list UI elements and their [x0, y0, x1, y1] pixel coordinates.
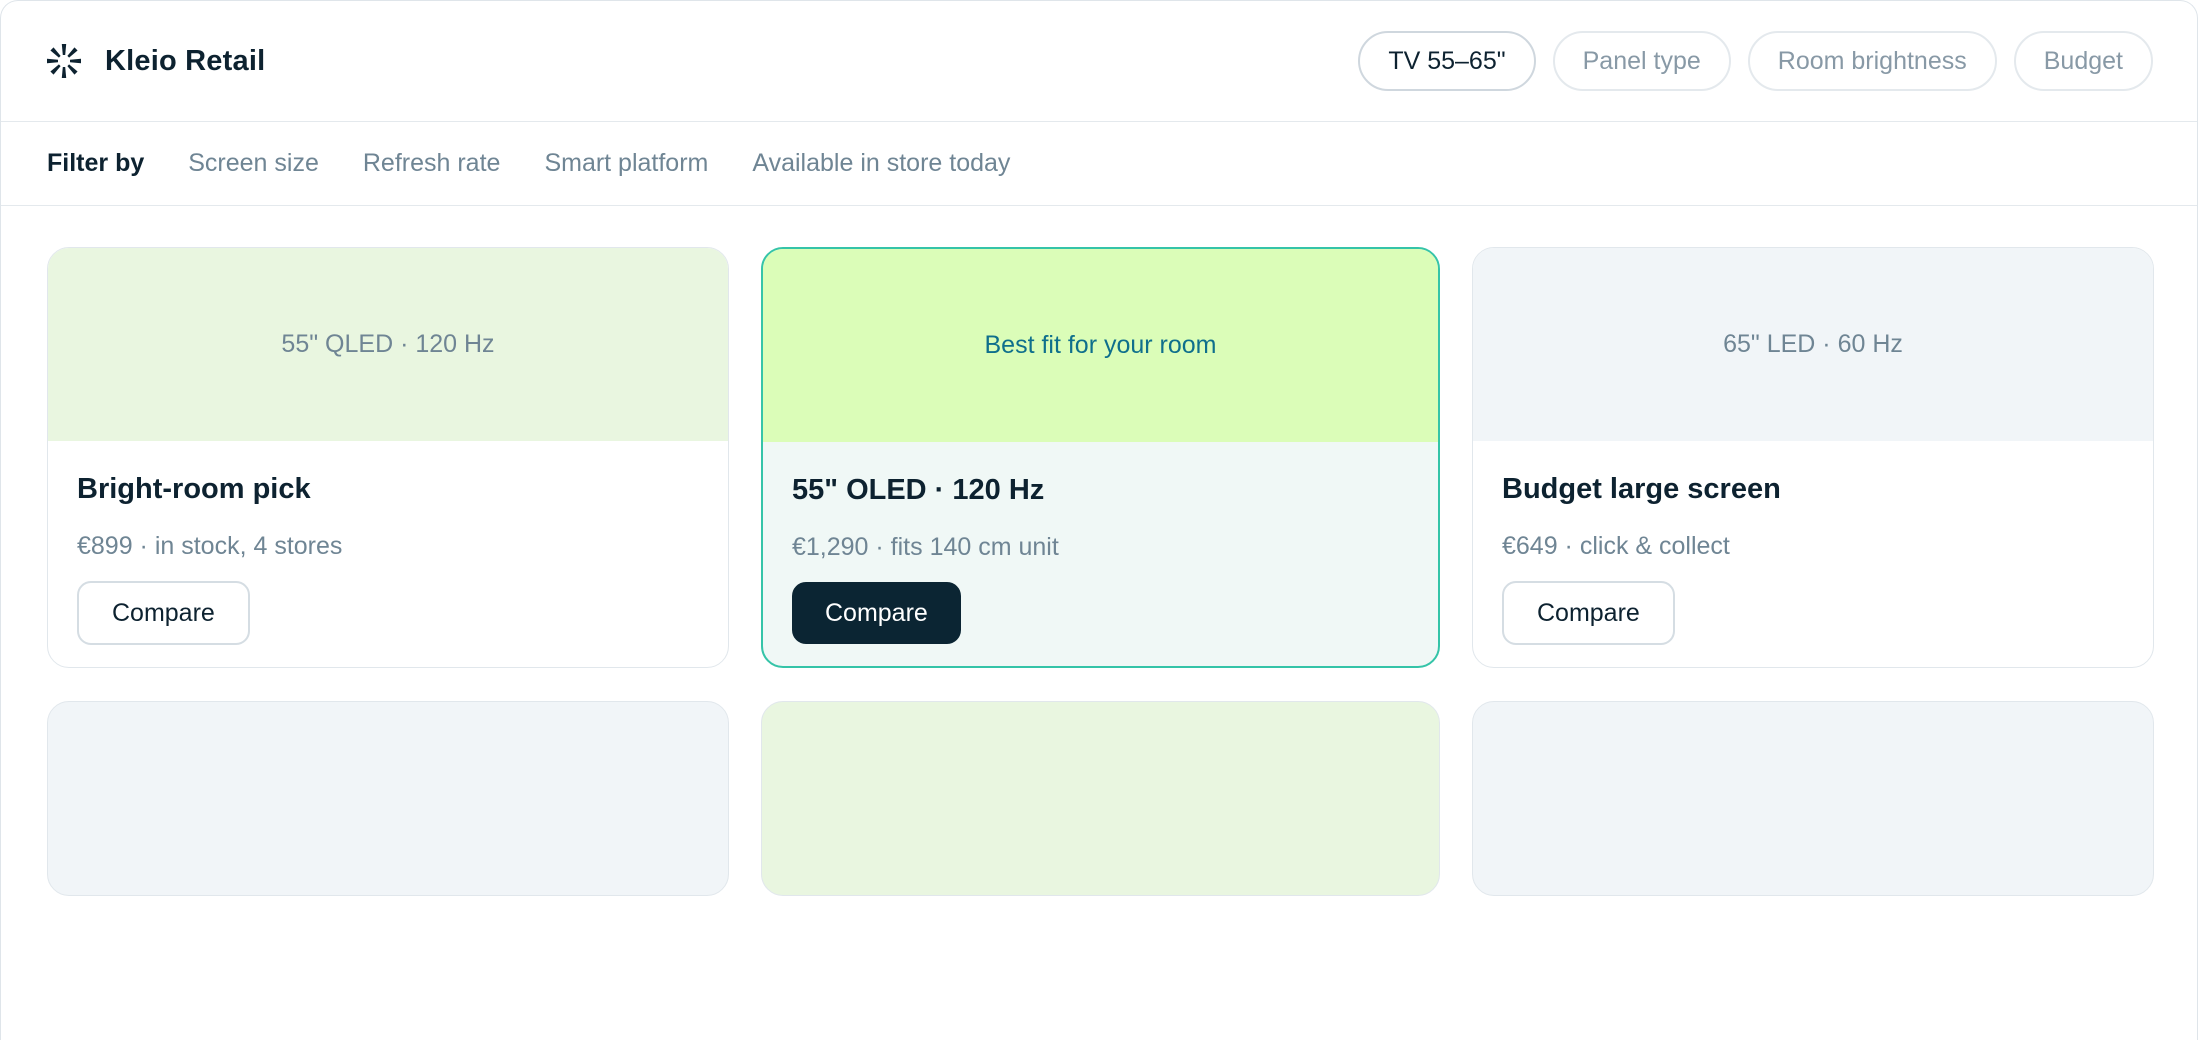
- card-meta: €649 · click & collect: [1502, 532, 1730, 560]
- product-thumbnail: 55" QLED · 120 Hz: [48, 248, 728, 441]
- loading-card-placeholder: [47, 701, 729, 896]
- loading-card-placeholder: [1472, 701, 2154, 896]
- card-title: Budget large screen: [1502, 473, 1781, 505]
- product-thumbnail: Best fit for your room: [763, 249, 1438, 442]
- brand[interactable]: Kleio Retail: [45, 42, 265, 80]
- loading-card-placeholder: [761, 701, 1440, 896]
- brand-name: Kleio Retail: [105, 44, 266, 77]
- card-meta: €899 · in stock, 4 stores: [77, 532, 343, 560]
- filter-available-today[interactable]: Available in store today: [752, 149, 1010, 178]
- card-title: 55" OLED · 120 Hz: [792, 474, 1045, 506]
- compare-button[interactable]: Compare: [1502, 581, 1675, 645]
- product-card[interactable]: 55" QLED · 120 Hz Bright-room pick €899 …: [47, 247, 729, 668]
- card-body: 55" OLED · 120 Hz €1,290 · fits 140 cm u…: [763, 442, 1438, 644]
- spark-icon: [45, 42, 83, 80]
- chip-budget[interactable]: Budget: [2013, 31, 2153, 91]
- top-header: Kleio Retail TV 55–65" Panel type Room b…: [1, 1, 2197, 122]
- filter-refresh-rate[interactable]: Refresh rate: [363, 149, 501, 178]
- filter-screen-size[interactable]: Screen size: [188, 149, 319, 178]
- chip-tv-size[interactable]: TV 55–65": [1358, 31, 1536, 91]
- product-card-featured[interactable]: Best fit for your room 55" OLED · 120 Hz…: [761, 247, 1440, 668]
- category-chips: TV 55–65" Panel type Room brightness Bud…: [1358, 31, 2153, 91]
- chip-room-brightness[interactable]: Room brightness: [1747, 31, 1997, 91]
- card-title: Bright-room pick: [77, 473, 311, 505]
- filter-smart-platform[interactable]: Smart platform: [544, 149, 708, 178]
- card-body: Bright-room pick €899 · in stock, 4 stor…: [48, 441, 728, 645]
- card-meta: €1,290 · fits 140 cm unit: [792, 533, 1059, 561]
- product-grid: 55" QLED · 120 Hz Bright-room pick €899 …: [47, 247, 2155, 896]
- product-card[interactable]: 65" LED · 60 Hz Budget large screen €649…: [1472, 247, 2154, 668]
- compare-button-primary[interactable]: Compare: [792, 582, 961, 644]
- compare-button[interactable]: Compare: [77, 581, 250, 645]
- filter-label: Filter by: [47, 149, 145, 177]
- filter-bar: Filter by Screen size Refresh rate Smart…: [1, 122, 2197, 206]
- card-body: Budget large screen €649 · click & colle…: [1473, 441, 2153, 645]
- app-window: Kleio Retail TV 55–65" Panel type Room b…: [0, 0, 2198, 1040]
- product-thumbnail: 65" LED · 60 Hz: [1473, 248, 2153, 441]
- chip-panel-type[interactable]: Panel type: [1552, 31, 1731, 91]
